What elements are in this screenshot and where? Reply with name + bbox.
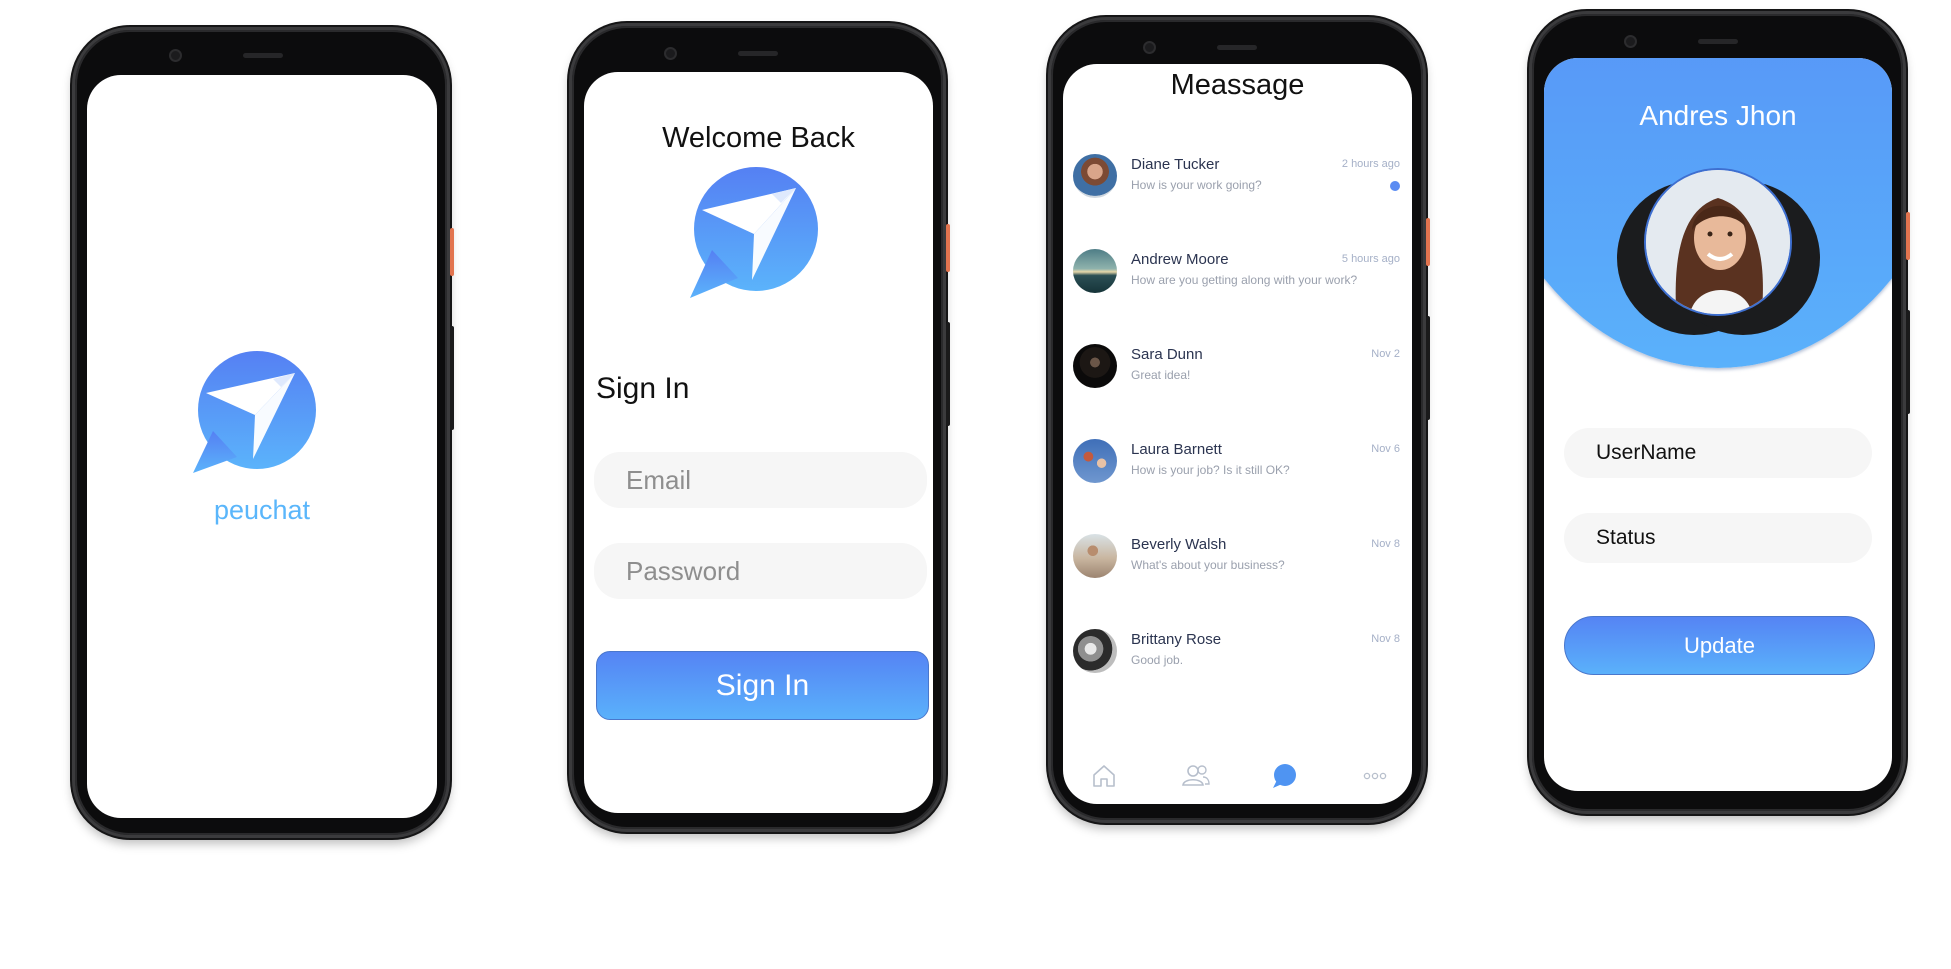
unread-indicator xyxy=(1390,181,1400,191)
front-camera xyxy=(1143,41,1156,54)
profile-screen: Andres Jhon UserName Status Update xyxy=(1544,58,1892,791)
contact-name: Sara Dunn xyxy=(1131,346,1203,363)
more-dots-icon[interactable] xyxy=(1361,762,1389,790)
conversation-item[interactable]: Beverly Walsh What's about your business… xyxy=(1063,524,1412,604)
password-field[interactable]: Password xyxy=(594,543,927,599)
message-preview: Great idea! xyxy=(1131,368,1191,382)
paper-plane-chat-bubble-icon xyxy=(191,349,317,475)
speaker-grille xyxy=(1217,45,1257,50)
conversation-item[interactable]: Laura Barnett How is your job? Is it sti… xyxy=(1063,429,1412,509)
front-camera xyxy=(1624,35,1637,48)
avatar[interactable] xyxy=(1644,168,1792,316)
avatar xyxy=(1073,344,1117,388)
avatar xyxy=(1073,154,1117,198)
volume-button xyxy=(946,322,950,426)
page-title: Meassage xyxy=(1170,69,1305,101)
avatar xyxy=(1073,534,1117,578)
message-preview: What's about your business? xyxy=(1131,558,1285,572)
chat-bubble-icon[interactable] xyxy=(1270,762,1298,790)
power-button xyxy=(946,224,950,272)
volume-button xyxy=(1906,310,1910,414)
power-button xyxy=(1906,212,1910,260)
front-camera xyxy=(169,49,182,62)
speaker-grille xyxy=(243,53,283,58)
power-button xyxy=(1426,218,1430,266)
conversation-item[interactable]: Brittany Rose Good job. Nov 8 xyxy=(1063,619,1412,699)
avatar xyxy=(1073,249,1117,293)
phone-messages: Meassage Diane Tucker How is your work g… xyxy=(1048,17,1430,823)
message-time: Nov 2 xyxy=(1371,348,1400,360)
avatar xyxy=(1073,629,1117,673)
contact-name: Laura Barnett xyxy=(1131,441,1222,458)
messages-screen: Meassage Diane Tucker How is your work g… xyxy=(1063,64,1412,804)
message-preview: How is your job? Is it still OK? xyxy=(1131,463,1290,477)
paper-plane-chat-bubble-icon xyxy=(688,164,818,300)
contact-name: Brittany Rose xyxy=(1131,631,1222,648)
message-time: 5 hours ago xyxy=(1341,253,1400,265)
email-field[interactable]: Email xyxy=(594,452,927,508)
volume-button xyxy=(450,326,454,430)
phone-splash: peuchat xyxy=(72,27,454,838)
message-time: Nov 8 xyxy=(1371,633,1400,645)
message-time: 2 hours ago xyxy=(1341,158,1400,170)
message-time: Nov 8 xyxy=(1371,538,1400,550)
message-preview: How is your work going? xyxy=(1131,178,1262,192)
power-button xyxy=(450,228,454,276)
conversation-item[interactable]: Diane Tucker How is your work going? 2 h… xyxy=(1063,144,1412,224)
speaker-grille xyxy=(738,51,778,56)
contact-name: Diane Tucker xyxy=(1131,156,1220,173)
message-time: Nov 6 xyxy=(1371,443,1400,455)
phone-signin: Welcome Back Sign In Email Password Sign… xyxy=(569,23,950,832)
signin-screen: Welcome Back Sign In Email Password Sign… xyxy=(584,72,933,813)
page-title: Welcome Back xyxy=(662,122,855,154)
profile-name: Andres Jhon xyxy=(1639,100,1797,131)
message-preview: Good job. xyxy=(1131,653,1184,667)
signin-button[interactable]: Sign In xyxy=(596,651,929,720)
phone-profile: Andres Jhon UserName Status Update xyxy=(1529,11,1910,814)
update-button[interactable]: Update xyxy=(1564,616,1875,675)
brand-name: peuchat xyxy=(213,495,311,525)
speaker-grille xyxy=(1698,39,1738,44)
contact-name: Andrew Moore xyxy=(1131,251,1229,268)
conversation-item[interactable]: Andrew Moore How are you getting along w… xyxy=(1063,239,1412,319)
splash-screen: peuchat xyxy=(87,75,437,818)
status-field[interactable]: Status xyxy=(1564,513,1872,563)
volume-button xyxy=(1426,316,1430,420)
front-camera xyxy=(664,47,677,60)
conversation-item[interactable]: Sara Dunn Great idea! Nov 2 xyxy=(1063,334,1412,414)
contact-name: Beverly Walsh xyxy=(1131,536,1227,553)
signin-heading: Sign In xyxy=(596,372,690,405)
home-icon[interactable] xyxy=(1090,762,1118,790)
username-field[interactable]: UserName xyxy=(1564,428,1872,478)
contacts-icon[interactable] xyxy=(1181,762,1211,790)
bottom-nav xyxy=(1063,750,1412,804)
avatar xyxy=(1073,439,1117,483)
message-preview: How are you getting along with your work… xyxy=(1131,273,1358,287)
